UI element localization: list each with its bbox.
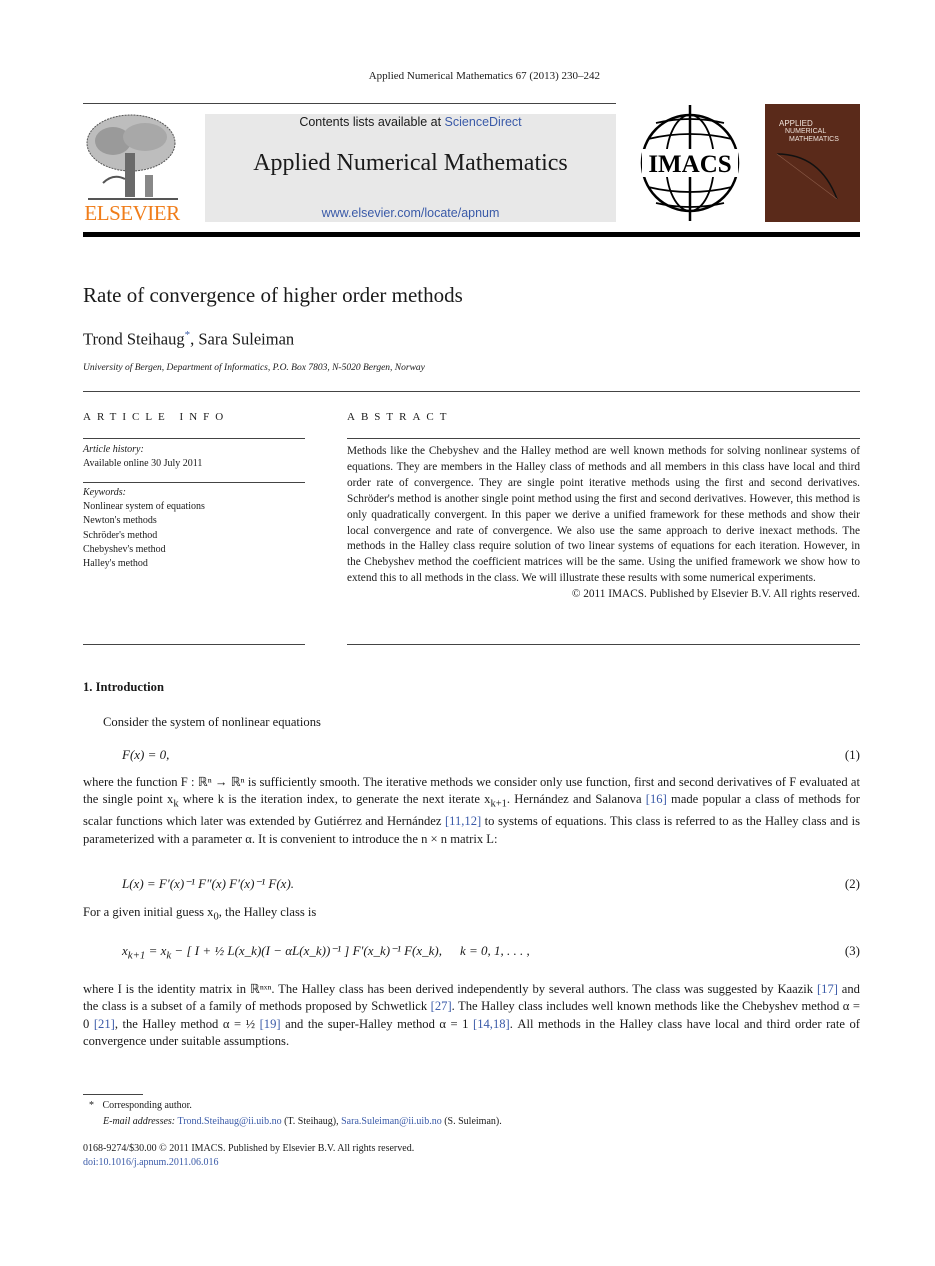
article-info-heading: ARTICLE INFO xyxy=(83,411,230,423)
citation-link[interactable]: [19] xyxy=(260,1017,281,1031)
contents-prefix: Contents lists available at xyxy=(299,115,445,129)
paragraph: where I is the identity matrix in ℝⁿˣⁿ. … xyxy=(83,981,860,1051)
doi-link[interactable]: doi:10.1016/j.apnum.2011.06.016 xyxy=(83,1157,218,1168)
keyword-item: Nonlinear system of equations xyxy=(83,501,205,513)
footnote-rule xyxy=(83,1094,143,1095)
cover-curve-graphic xyxy=(776,153,838,200)
email-link[interactable]: Trond.Steihaug@ii.uib.no xyxy=(177,1116,281,1127)
abstract-rule xyxy=(347,438,860,439)
text-run: , the Halley class is xyxy=(218,905,317,919)
text-run: − [ I + ½ L(x_k)(I − αL(x_k))⁻¹ ] F′(x_k… xyxy=(171,943,442,958)
article-title: Rate of convergence of higher order meth… xyxy=(83,283,463,307)
journal-title: Applied Numerical Mathematics xyxy=(253,150,568,176)
equation-number: (1) xyxy=(844,747,860,762)
paragraph: where the function F : ℝⁿ → ℝⁿ is suffic… xyxy=(83,774,860,848)
info-rule xyxy=(83,644,305,645)
citation-link[interactable]: [14,18] xyxy=(473,1017,510,1031)
sciencedirect-link[interactable]: ScienceDirect xyxy=(445,115,522,129)
running-head: Applied Numerical Mathematics 67 (2013) … xyxy=(368,70,600,82)
keywords-block: Keywords: Nonlinear system of equations … xyxy=(83,486,305,571)
footnote-text: Corresponding author. xyxy=(102,1100,192,1111)
footnote-emails: E-mail addresses: Trond.Steihaug@ii.uib.… xyxy=(103,1116,502,1127)
email-link[interactable]: Sara.Suleiman@ii.uib.no xyxy=(341,1116,442,1127)
paragraph: Consider the system of nonlinear equatio… xyxy=(103,715,321,729)
footnote-mark: * xyxy=(89,1100,94,1111)
article-history: Article history: Available online 30 Jul… xyxy=(83,443,305,471)
text-run: (S. Suleiman). xyxy=(441,1116,502,1127)
citation-link[interactable]: [11,12] xyxy=(445,814,481,828)
journal-banner: Contents lists available at ScienceDirec… xyxy=(205,114,616,222)
author-name[interactable]: Sara Suleiman xyxy=(198,330,294,349)
text-run: (T. Steihaug), xyxy=(281,1116,342,1127)
citation-link[interactable]: [21] xyxy=(94,1017,115,1031)
imacs-text: IMACS xyxy=(648,151,731,178)
equation-1: F(x) = 0, xyxy=(122,747,170,762)
citation-link[interactable]: [16] xyxy=(646,792,667,806)
history-value: Available online 30 July 2011 xyxy=(83,458,203,470)
text-run: where I is the identity matrix in ℝⁿˣⁿ. … xyxy=(83,982,817,996)
affiliation: University of Bergen, Department of Info… xyxy=(83,363,425,373)
equation-3: xk+1 = xk − [ I + ½ L(x_k)(I − αL(x_k))⁻… xyxy=(122,943,530,962)
equation-number: (3) xyxy=(844,943,860,958)
citation-link[interactable]: [27] xyxy=(431,999,452,1013)
imacs-logo[interactable]: IMACS xyxy=(638,103,742,223)
text-run: and the super-Halley method α = 1 xyxy=(280,1016,474,1031)
abstract-heading: ABSTRACT xyxy=(347,411,453,423)
imacs-globe-icon: IMACS xyxy=(640,105,740,221)
keywords-label: Keywords: xyxy=(83,487,126,498)
citation-link[interactable]: [17] xyxy=(817,982,838,996)
text-run: , the Halley method α = ½ xyxy=(114,1016,260,1031)
text-run: For a given initial guess x xyxy=(83,905,214,919)
contents-line: Contents lists available at ScienceDirec… xyxy=(205,115,616,129)
header-thick-rule xyxy=(83,232,860,237)
history-label: Article history: xyxy=(83,444,144,455)
abstract-rule xyxy=(347,644,860,645)
author-list: Trond Steihaug*, Sara Suleiman xyxy=(83,329,294,350)
elsevier-tree-icon xyxy=(86,114,178,200)
text-run: k = 0, 1, . . . , xyxy=(460,943,530,958)
header-rule xyxy=(83,103,616,104)
section-heading: 1. Introduction xyxy=(83,680,164,694)
journal-url-link[interactable]: www.elsevier.com/locate/apnum xyxy=(205,206,616,220)
abstract-body: Methods like the Chebyshev and the Halle… xyxy=(347,444,860,603)
info-rule xyxy=(83,482,305,483)
paragraph: For a given initial guess x0, the Halley… xyxy=(83,904,860,926)
subscript: k+1 xyxy=(490,798,507,810)
keyword-item: Schröder's method xyxy=(83,529,158,541)
elsevier-logo[interactable]: ELSEVIER xyxy=(83,113,181,225)
abstract-copyright: © 2011 IMACS. Published by Elsevier B.V.… xyxy=(571,588,860,601)
keyword-item: Halley's method xyxy=(83,558,148,570)
email-label: E-mail addresses: xyxy=(103,1116,176,1127)
footnote-corresponding: * Corresponding author. xyxy=(83,1100,192,1111)
abstract-text: Methods like the Chebyshev and the Halle… xyxy=(347,445,860,585)
equation-number: (2) xyxy=(844,876,860,891)
info-rule xyxy=(83,438,305,439)
text-run: . Hernández and Salanova xyxy=(506,792,646,807)
author-name[interactable]: Trond Steihaug xyxy=(83,330,185,349)
keyword-item: Chebyshev's method xyxy=(83,543,166,555)
elsevier-wordmark: ELSEVIER xyxy=(84,201,180,225)
section-rule xyxy=(83,391,860,392)
journal-cover[interactable]: Applied Numerical Mathematics xyxy=(765,104,860,222)
subscript: k+1 xyxy=(127,949,146,962)
equation-2: L(x) = F′(x)⁻¹ F″(x) F′(x)⁻¹ F(x). xyxy=(122,876,295,891)
issn-line: 0168-9274/$30.00 © 2011 IMACS. Published… xyxy=(83,1143,415,1154)
keyword-item: Newton's methods xyxy=(83,515,157,527)
text-run: = x xyxy=(145,943,167,958)
text-run: where k is the iteration index, to gener… xyxy=(178,792,491,807)
